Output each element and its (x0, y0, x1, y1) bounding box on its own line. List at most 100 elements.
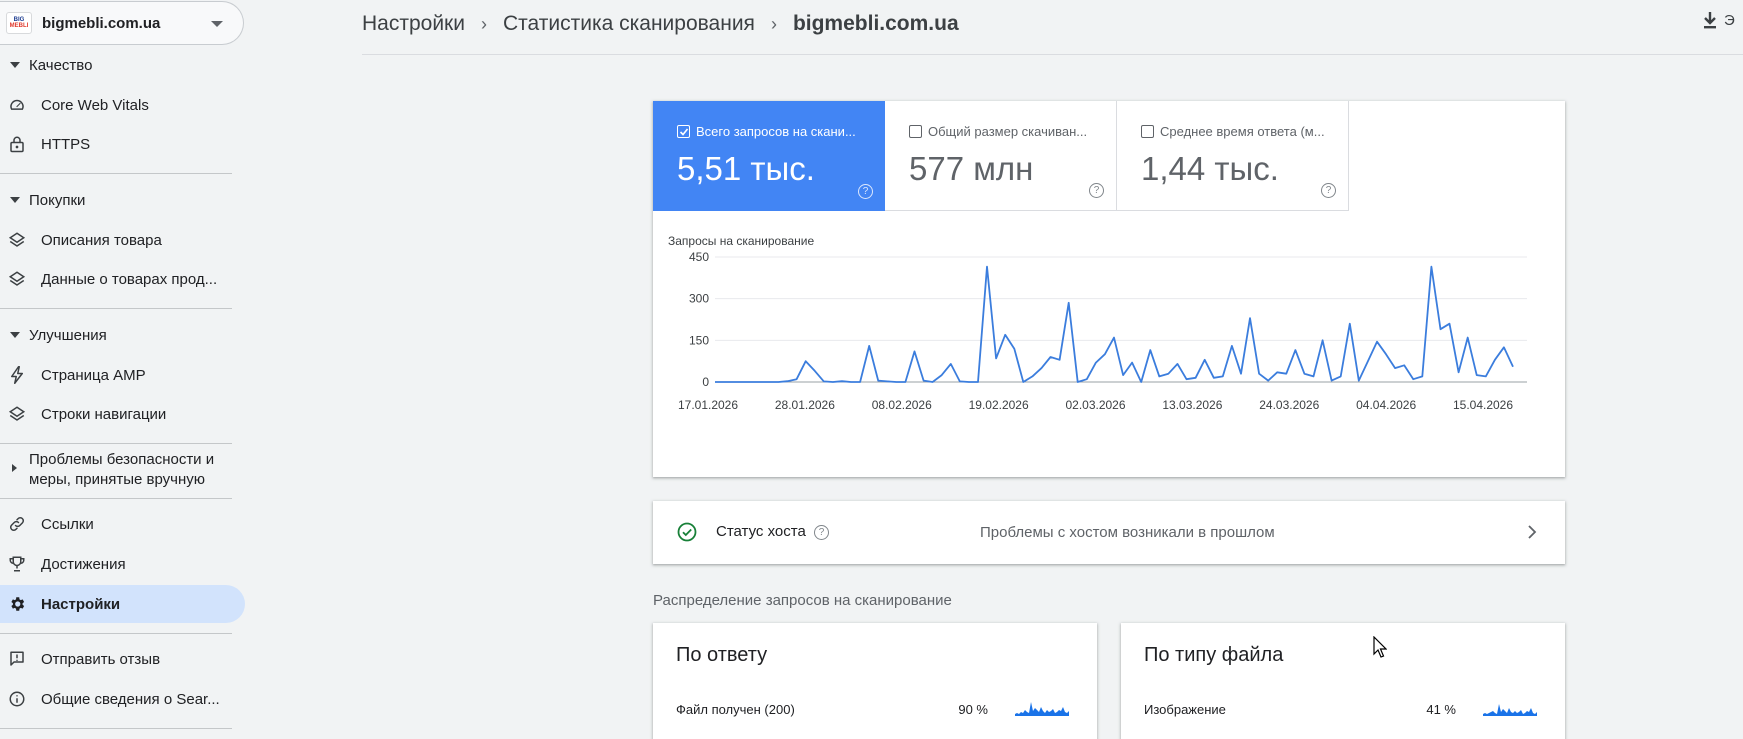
metric-response-time[interactable]: Среднее время ответа (м... 1,44 тыс. ? (1117, 101, 1349, 211)
sidebar-item-product-snippets[interactable]: Описания товара (0, 221, 245, 259)
row-label[interactable]: Файл получен (200) (676, 702, 795, 717)
sidebar-item-label: Достижения (41, 555, 126, 573)
link-icon (8, 515, 26, 533)
export-button[interactable]: Э (1702, 11, 1735, 29)
sidebar-item-label: Данные о товарах прод... (41, 270, 218, 288)
metric-value: 577 млн (909, 150, 1034, 187)
section-shopping[interactable]: Покупки (0, 185, 85, 215)
sidebar-item-feedback[interactable]: Отправить отзыв (0, 640, 245, 678)
metric-label: Среднее время ответа (м... (1160, 124, 1325, 139)
distribution-title: Распределение запросов на сканирование (653, 592, 952, 609)
help-icon[interactable]: ? (1089, 183, 1104, 198)
checkbox-unchecked[interactable] (909, 125, 922, 138)
sidebar-item-breadcrumbs[interactable]: Строки навигации (0, 395, 245, 433)
caret-down-icon (10, 332, 20, 338)
feedback-icon (8, 650, 26, 668)
y-tick-label: 150 (689, 333, 709, 347)
series-line (715, 265, 1514, 383)
section-quality[interactable]: Качество (0, 50, 92, 80)
metric-download-size[interactable]: Общий размер скачиван... 577 млн ? (885, 101, 1117, 211)
sparkline (1483, 704, 1537, 716)
divider (0, 443, 232, 444)
speedometer-icon (8, 96, 26, 114)
gear-icon (8, 595, 26, 613)
security-line1: Проблемы безопасности и (29, 451, 215, 468)
sidebar-item-label: Общие сведения о Sear... (41, 690, 220, 708)
host-status-desc: Проблемы с хостом возникали в прошлом (980, 524, 1275, 541)
sidebar-item-label: Отправить отзыв (41, 650, 161, 668)
download-icon (1704, 12, 1716, 29)
divider (0, 173, 232, 174)
x-tick-label: 15.04.2026 (1453, 398, 1513, 412)
sidebar-item-label: Страница AMP (41, 366, 146, 384)
row-label[interactable]: Изображение (1144, 702, 1226, 717)
breadcrumb-separator: › (770, 13, 777, 34)
host-status-card[interactable]: Статус хоста ? Проблемы с хостом возника… (653, 501, 1565, 564)
checkbox-unchecked[interactable] (1141, 125, 1154, 138)
section-security[interactable]: Проблемы безопасности и меры, принятые в… (0, 447, 232, 490)
x-tick-label: 24.03.2026 (1259, 398, 1319, 412)
property-selector[interactable]: BIG MEBLI bigmebli.com.ua (0, 1, 244, 45)
caret-down-icon (10, 197, 20, 203)
help-icon[interactable]: ? (1321, 183, 1336, 198)
caret-down-icon (10, 62, 20, 68)
metric-label: Общий размер скачиван... (928, 124, 1088, 139)
layers-icon (8, 405, 26, 423)
site-favicon: BIG MEBLI (6, 12, 32, 34)
by-response-card[interactable]: По ответу Файл получен (200) 90 % (653, 623, 1097, 739)
sidebar: BIG MEBLI bigmebli.com.ua Качество Core … (0, 0, 245, 739)
breadcrumb-current: bigmebli.com.ua (792, 12, 959, 35)
section-enhancements[interactable]: Улучшения (0, 320, 107, 350)
metric-value: 1,44 тыс. (1141, 150, 1279, 187)
help-icon[interactable]: ? (858, 184, 873, 199)
sidebar-item-core-web-vitals[interactable]: Core Web Vitals (0, 86, 245, 124)
crawl-requests-chart: Запросы на сканирование 0 150 300 450 17.01.2… (668, 234, 1527, 412)
breadcrumb-crawl-stats[interactable]: Статистика сканирования (503, 12, 755, 36)
caret-right-icon (12, 464, 17, 472)
section-enhancements-title: Улучшения (29, 326, 107, 344)
security-line2: меры, принятые вручную (29, 471, 206, 488)
breadcrumb: Настройки › Статистика сканирования › bi… (362, 10, 959, 38)
export-label: Э (1724, 11, 1735, 29)
metric-total-requests[interactable]: Всего запросов на скани... 5,51 тыс. ? (653, 101, 885, 211)
divider (0, 308, 232, 309)
chevron-down-icon (211, 21, 223, 27)
sparkline-area (1015, 702, 1069, 716)
divider (0, 498, 232, 499)
card-title: По типу файла (1144, 644, 1284, 666)
x-tick-label: 17.01.2026 (678, 398, 738, 412)
lock-icon (8, 135, 26, 153)
breadcrumb-settings[interactable]: Настройки (362, 12, 465, 36)
sidebar-item-https[interactable]: HTTPS (0, 125, 245, 163)
sidebar-item-label: Описания товара (41, 231, 162, 249)
sidebar-item-settings[interactable]: Настройки (0, 585, 245, 623)
sidebar-item-label: HTTPS (41, 135, 91, 153)
breadcrumb-separator: › (480, 13, 487, 34)
x-tick-label: 02.03.2026 (1065, 398, 1125, 412)
by-file-type-card[interactable]: По типу файла Изображение 41 % (1121, 623, 1565, 739)
y-tick-label: 450 (689, 250, 709, 264)
header-divider (362, 54, 1743, 55)
sidebar-item-amp[interactable]: Страница AMP (0, 356, 245, 394)
trophy-icon (8, 555, 26, 573)
x-tick-label: 04.04.2026 (1356, 398, 1416, 412)
sidebar-item-achievements[interactable]: Достижения (0, 545, 245, 583)
chart-title: Запросы на сканирование (668, 234, 814, 248)
metric-label: Всего запросов на скани... (696, 124, 856, 139)
sidebar-item-label: Строки навигации (41, 405, 167, 423)
y-tick-label: 0 (702, 375, 709, 389)
help-icon[interactable]: ? (814, 525, 829, 540)
card-title: По ответу (676, 644, 768, 666)
chevron-right-icon (1528, 525, 1537, 539)
x-tick-label: 13.03.2026 (1162, 398, 1222, 412)
crawl-stats-card: Всего запросов на скани... 5,51 тыс. ? О… (653, 101, 1565, 477)
sidebar-item-about[interactable]: Общие сведения о Sear... (0, 680, 245, 718)
metric-value: 5,51 тыс. (677, 150, 815, 187)
sidebar-item-links[interactable]: Ссылки (0, 505, 245, 543)
y-tick-label: 300 (689, 292, 709, 306)
sidebar-item-merchant-listings[interactable]: Данные о товарах прод... (0, 260, 245, 298)
checkbox-checked[interactable] (677, 125, 690, 138)
x-tick-label: 28.01.2026 (775, 398, 835, 412)
info-icon (8, 690, 26, 708)
divider (0, 633, 232, 634)
